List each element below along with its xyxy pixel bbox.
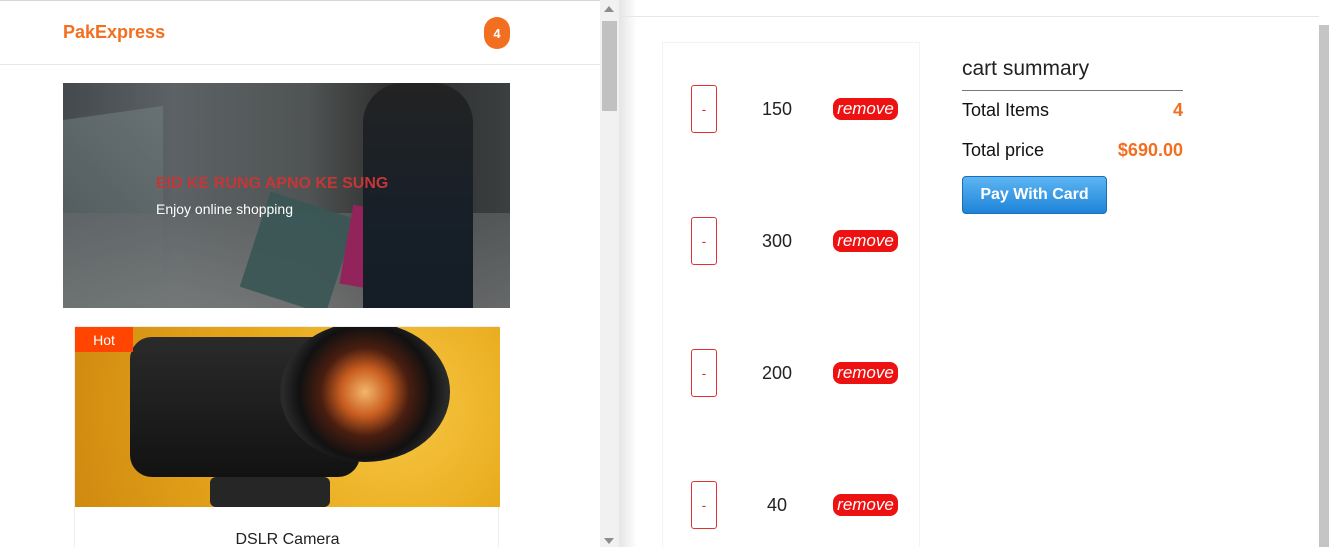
remove-button[interactable]: remove [833,362,898,384]
product-card[interactable]: Hot DSLR Camera [74,326,500,547]
hero-overlay [63,83,510,308]
item-amount: 150 [761,99,793,119]
cart-item-row: - 150 remove [663,85,921,133]
total-items-value: 4 [1172,100,1183,120]
summary-title: cart summary [962,57,1183,91]
cart-item-row: - 300 remove [663,217,921,265]
item-amount: 40 [766,495,788,515]
hero-banner: EID KE RUNG APNO KE SUNG Enjoy online sh… [63,83,510,308]
cart-pane: - 150 remove - 300 remove - 200 remove -… [619,0,1329,547]
remove-button[interactable]: remove [833,98,898,120]
total-items-label: Total Items [962,100,1050,120]
cart-count-badge[interactable]: 4 [484,17,510,49]
item-amount: 200 [761,363,793,383]
brand-logo[interactable]: PakExpress [63,22,165,43]
decrement-button[interactable]: - [691,481,717,529]
product-name[interactable]: DSLR Camera [75,531,500,547]
cart-pane-header [619,0,1319,17]
total-price-label: Total price [962,140,1045,160]
remove-button[interactable]: remove [833,230,898,252]
pane-shadow [619,0,637,547]
decrement-button[interactable]: - [691,85,717,133]
cart-items-list: - 150 remove - 300 remove - 200 remove -… [662,42,920,547]
total-price-value: $690.00 [1117,140,1183,160]
scrollbar-thumb[interactable] [602,21,617,111]
shop-pane: PakExpress 4 EID KE RUNG APNO KE SUNG En… [0,0,600,547]
cart-item-row: - 200 remove [663,349,921,397]
hero-subtitle: Enjoy online shopping [156,201,293,217]
scroll-up-arrow-icon[interactable] [604,6,614,12]
decrement-button[interactable]: - [691,217,717,265]
camera-grip-shape [210,477,330,507]
cart-item-row: - 40 remove [663,481,921,529]
cart-pane-scrollbar[interactable] [1319,25,1329,547]
remove-button[interactable]: remove [833,494,898,516]
cart-summary: cart summary Total Items 4 Total price $… [962,57,1183,214]
hot-badge: Hot [75,327,133,352]
camera-lens-shape [280,327,450,462]
total-price-row: Total price $690.00 [962,131,1183,171]
scrollbar[interactable] [600,0,619,547]
decrement-button[interactable]: - [691,349,717,397]
hero-title: EID KE RUNG APNO KE SUNG [156,175,389,192]
navbar: PakExpress 4 [0,1,600,65]
product-image[interactable]: Hot [75,327,500,507]
total-items-row: Total Items 4 [962,91,1183,131]
pay-with-card-button[interactable]: Pay With Card [962,176,1107,214]
item-amount: 300 [761,231,793,251]
scroll-down-arrow-icon[interactable] [604,538,614,544]
